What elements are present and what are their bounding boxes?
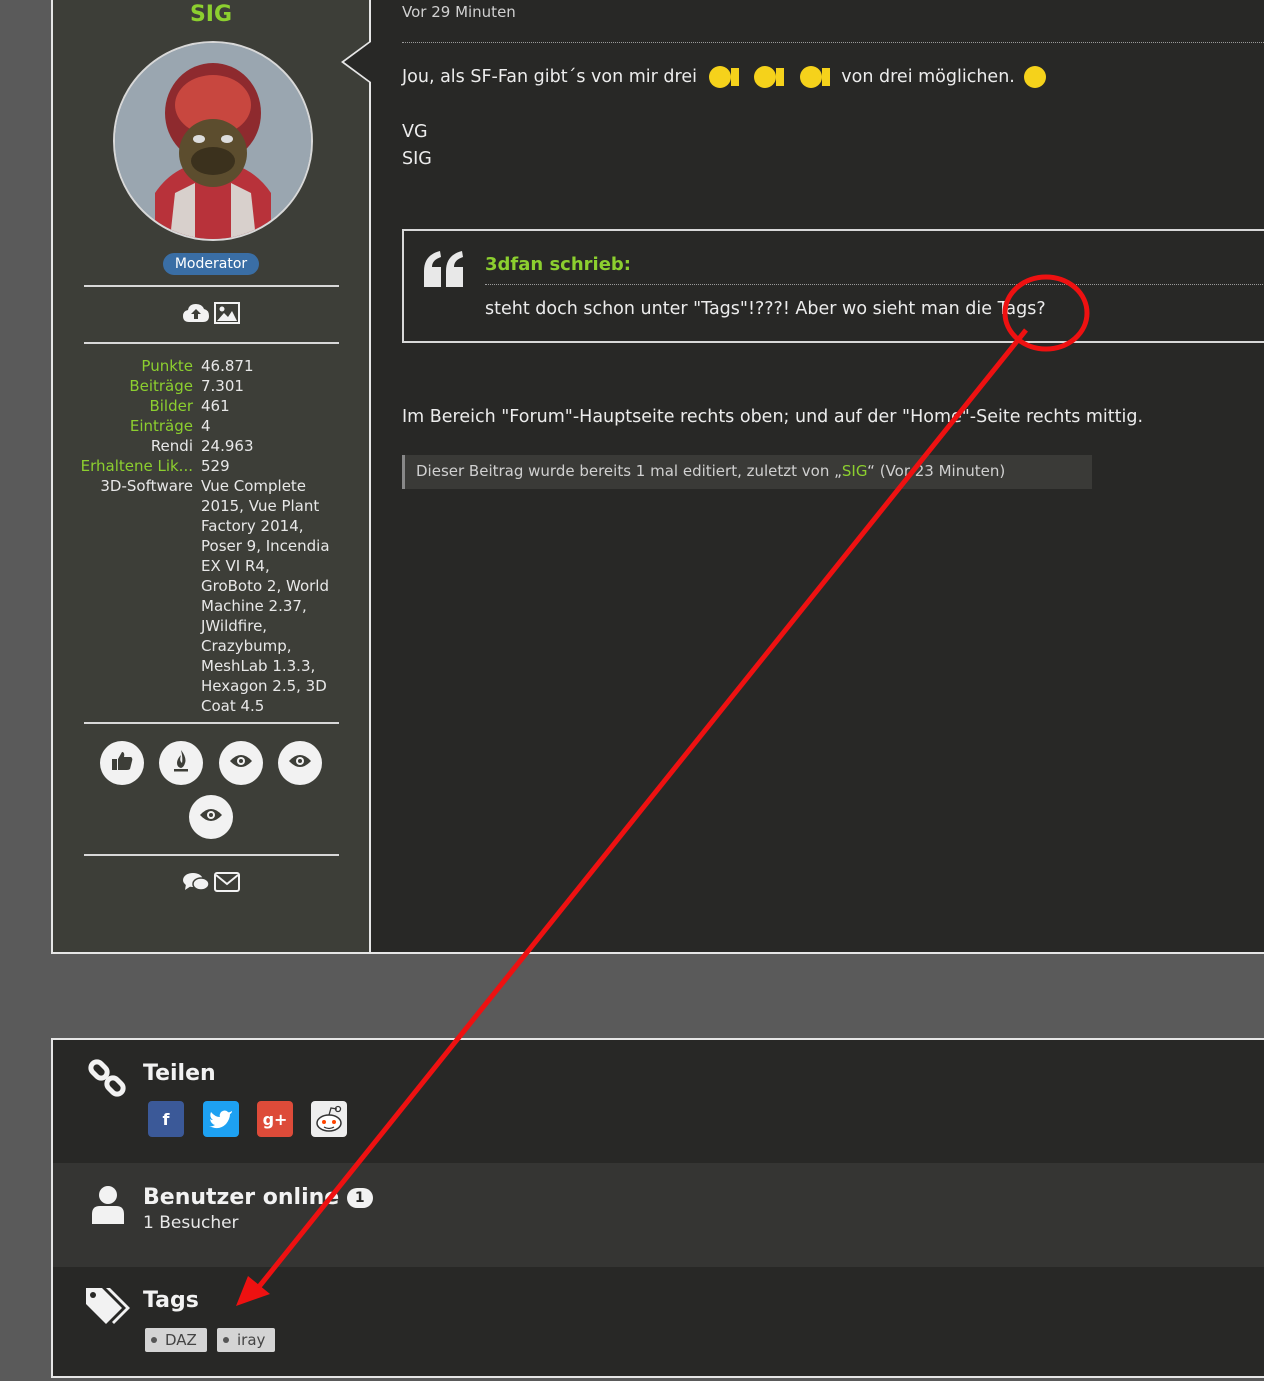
user-icon — [90, 1184, 126, 1228]
link-icon — [86, 1058, 130, 1106]
users-online-count: 1 — [346, 1188, 373, 1208]
thumbs-up-smiley-icon — [799, 66, 822, 88]
post-line-1: Jou, als SF-Fan gibt´s von mir drei von … — [402, 66, 1047, 88]
fire-badge-button[interactable] — [159, 741, 203, 785]
reddit-icon[interactable] — [311, 1101, 347, 1137]
views-badge-button[interactable] — [278, 741, 322, 785]
quote-text: steht doch schon unter "Tags"!???! Aber … — [485, 299, 1046, 319]
divider — [84, 285, 339, 287]
sidebar-contact-icons — [84, 872, 339, 896]
flame-icon — [171, 749, 191, 777]
stat-images: Bilder 461 — [149, 397, 230, 415]
smile-icon — [1024, 66, 1047, 88]
stat-rendi: Rendi 24.963 — [150, 437, 254, 455]
views-badge-button[interactable] — [219, 741, 263, 785]
post-line-2: VG — [402, 122, 428, 142]
post-answer: Im Bereich "Forum"-Hauptseite rechts obe… — [402, 407, 1144, 427]
eye-icon — [199, 807, 223, 827]
role-badge: Moderator — [163, 253, 259, 275]
post-timestamp[interactable]: Vor 29 Minuten — [402, 3, 516, 21]
google-plus-icon[interactable]: g+ — [257, 1101, 293, 1137]
thumbs-up-smiley-icon — [754, 66, 777, 88]
post-line-3: SIG — [402, 149, 432, 169]
envelope-icon[interactable] — [214, 872, 241, 896]
stat-points: Punkte 46.871 — [141, 357, 254, 375]
divider — [84, 854, 339, 856]
stat-likes: Erhaltene Lik... 529 — [80, 457, 230, 475]
divider — [84, 342, 339, 344]
divider — [402, 42, 1264, 43]
tag-daz[interactable]: DAZ — [145, 1328, 207, 1352]
quote-author[interactable]: 3dfan schrieb: — [485, 254, 631, 275]
quote-box — [402, 229, 1264, 343]
username-link[interactable]: SIG — [53, 2, 369, 27]
avatar[interactable] — [113, 41, 313, 241]
twitter-icon[interactable] — [203, 1101, 239, 1137]
users-online-visitors: 1 Besucher — [143, 1213, 239, 1233]
user-stats: Punkte 46.871 Beiträge 7.301 Bilder 461 Ein… — [76, 356, 346, 716]
stat-posts: Beiträge 7.301 — [129, 377, 244, 395]
tags-title: Tags — [143, 1288, 199, 1313]
tag-iray[interactable]: iray — [217, 1328, 276, 1352]
image-icon[interactable] — [214, 302, 241, 328]
users-online-title: Benutzer online 1 — [143, 1185, 373, 1210]
thumbs-up-icon — [111, 751, 133, 775]
tags-icon — [84, 1286, 132, 1332]
upload-icon[interactable] — [182, 302, 209, 328]
edit-note: Dieser Beitrag wurde bereits 1 mal editi… — [402, 455, 1092, 489]
thumbs-up-smiley-icon — [708, 66, 731, 88]
divider — [485, 284, 1264, 285]
divider — [84, 722, 339, 724]
sidebar-media-icons — [84, 302, 339, 328]
quote-icon — [422, 249, 466, 293]
like-badge-button[interactable] — [100, 741, 144, 785]
views-badge-button[interactable] — [189, 795, 233, 839]
stat-entries: Einträge 4 — [129, 417, 211, 435]
conversation-icon[interactable] — [182, 872, 210, 896]
stat-software: 3D-Software Vue Complete 2015, Vue Plant … — [100, 477, 330, 715]
eye-icon — [229, 753, 253, 773]
share-title: Teilen — [143, 1061, 216, 1086]
eye-icon — [288, 753, 312, 773]
facebook-icon[interactable]: f — [148, 1101, 184, 1137]
editor-link[interactable]: SIG — [842, 462, 867, 480]
